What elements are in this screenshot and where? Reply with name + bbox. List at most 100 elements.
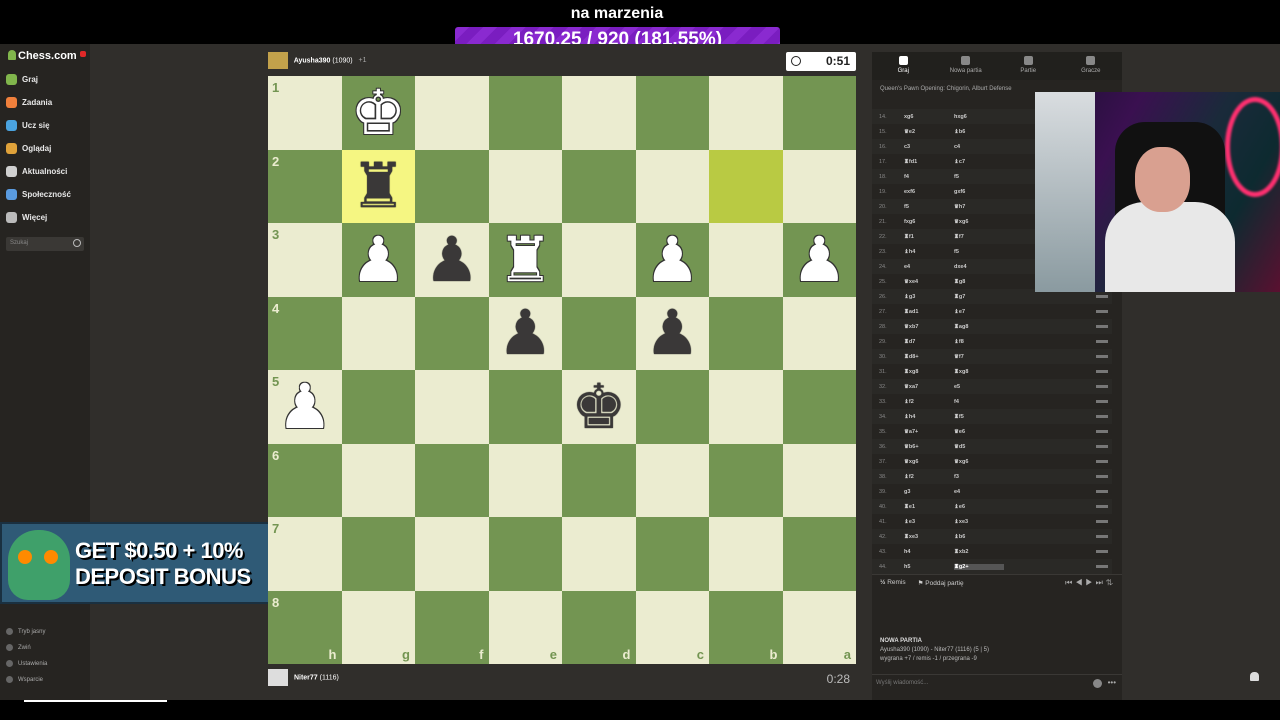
chess-logo[interactable]: Chess.com — [8, 50, 77, 62]
top-player-name[interactable]: Ayusha390 — [294, 57, 331, 64]
black-move[interactable]: f5 — [954, 174, 1004, 180]
tab-2[interactable]: Partie — [997, 52, 1060, 80]
white-move[interactable]: ♛b6+ — [904, 444, 954, 450]
sidebar-bottom-item-1[interactable]: Zwiń — [6, 644, 31, 651]
white-piece[interactable]: ♟ — [277, 375, 333, 438]
notification-bell-icon[interactable] — [1250, 672, 1259, 681]
resign-button[interactable]: ⚑ Poddaj partię — [918, 579, 964, 587]
square-c2[interactable] — [635, 149, 709, 223]
white-move[interactable]: f5 — [904, 204, 954, 210]
white-piece[interactable]: ♜ — [497, 228, 553, 291]
white-move[interactable]: ♛a7+ — [904, 429, 954, 435]
sidebar-bottom-item-0[interactable]: Tryb jasny — [6, 628, 45, 635]
square-f7[interactable] — [415, 517, 489, 591]
white-piece[interactable]: ♟ — [644, 228, 700, 291]
square-b5[interactable] — [709, 370, 783, 444]
white-move[interactable]: f4 — [904, 174, 954, 180]
black-move[interactable]: f5 — [954, 249, 1004, 255]
square-f6[interactable] — [415, 443, 489, 517]
sidebar-item-2[interactable]: Ucz się — [6, 120, 50, 131]
square-a1[interactable] — [782, 76, 856, 150]
white-move[interactable]: ♛xg6 — [904, 459, 954, 465]
white-move[interactable]: ♜xg8 — [904, 369, 954, 375]
square-c5[interactable] — [635, 370, 709, 444]
square-b8[interactable]: b — [709, 590, 783, 664]
square-h6[interactable]: 6 — [268, 443, 342, 517]
square-h3[interactable]: 3 — [268, 223, 342, 297]
tab-0[interactable]: Graj — [872, 52, 935, 80]
square-f3[interactable]: ♟ — [415, 223, 489, 297]
sidebar-bottom-item-2[interactable]: Ustawienia — [6, 660, 47, 667]
white-move[interactable]: ♝h4 — [904, 414, 954, 420]
square-c7[interactable] — [635, 517, 709, 591]
draw-button[interactable]: ½ Remis — [880, 579, 906, 586]
white-move[interactable]: ♛xa7 — [904, 384, 954, 390]
sidebar-item-0[interactable]: Graj — [6, 74, 38, 85]
square-e5[interactable] — [488, 370, 562, 444]
white-move[interactable]: g3 — [904, 489, 954, 495]
square-c4[interactable]: ♟ — [635, 296, 709, 370]
square-b7[interactable] — [709, 517, 783, 591]
square-g4[interactable] — [341, 296, 415, 370]
sidebar-bottom-item-3[interactable]: Wsparcie — [6, 676, 43, 683]
emoji-icon[interactable] — [1093, 679, 1102, 688]
more-options-icon[interactable]: ••• — [1108, 678, 1116, 687]
black-move[interactable]: ♜g2+ — [954, 563, 1004, 570]
tab-1[interactable]: Nowa partia — [935, 52, 998, 80]
square-b3[interactable] — [709, 223, 783, 297]
black-move[interactable]: ♜xg8 — [954, 369, 1004, 375]
white-move[interactable]: ♝e3 — [904, 519, 954, 525]
square-d7[interactable] — [562, 517, 636, 591]
black-move[interactable]: ♝e7 — [954, 309, 1004, 315]
square-d6[interactable] — [562, 443, 636, 517]
square-d8[interactable]: d — [562, 590, 636, 664]
square-c6[interactable] — [635, 443, 709, 517]
square-c1[interactable] — [635, 76, 709, 150]
sidebar-item-4[interactable]: Aktualności — [6, 166, 67, 177]
square-h7[interactable]: 7 — [268, 517, 342, 591]
black-move[interactable]: ♛xg6 — [954, 219, 1004, 225]
black-move[interactable]: ♛xg6 — [954, 459, 1004, 465]
white-piece[interactable]: ♟ — [791, 228, 847, 291]
black-move[interactable]: ♜g7 — [954, 294, 1004, 300]
white-move[interactable]: ♛xb7 — [904, 324, 954, 330]
black-move[interactable]: ♝b6 — [954, 129, 1004, 135]
black-move[interactable]: ♝e6 — [954, 504, 1004, 510]
square-e3[interactable]: ♜ — [488, 223, 562, 297]
square-g5[interactable] — [341, 370, 415, 444]
white-move[interactable]: ♜d7 — [904, 339, 954, 345]
white-move[interactable]: ♝f2 — [904, 399, 954, 405]
square-b1[interactable] — [709, 76, 783, 150]
white-move[interactable]: c3 — [904, 144, 954, 150]
sidebar-item-1[interactable]: Zadania — [6, 97, 52, 108]
white-move[interactable]: ♛e2 — [904, 129, 954, 135]
square-e7[interactable] — [488, 517, 562, 591]
square-a3[interactable]: ♟ — [782, 223, 856, 297]
black-piece[interactable]: ♟ — [644, 302, 700, 364]
white-piece[interactable]: ♟ — [350, 228, 406, 291]
black-move[interactable]: hxg6 — [954, 114, 1004, 120]
square-e6[interactable] — [488, 443, 562, 517]
white-move[interactable]: ♜xe3 — [904, 534, 954, 540]
square-b6[interactable] — [709, 443, 783, 517]
square-f5[interactable] — [415, 370, 489, 444]
black-move[interactable]: e5 — [954, 384, 1004, 390]
square-d1[interactable] — [562, 76, 636, 150]
black-move[interactable]: ♝xe3 — [954, 519, 1004, 525]
square-a4[interactable] — [782, 296, 856, 370]
square-a2[interactable] — [782, 149, 856, 223]
black-move[interactable]: ♜f7 — [954, 234, 1004, 240]
square-g6[interactable] — [341, 443, 415, 517]
deposit-bonus-ad[interactable]: GET $0.50 + 10% DEPOSIT BONUS — [0, 522, 290, 604]
black-move[interactable]: ♛h7 — [954, 204, 1004, 210]
black-move[interactable]: c4 — [954, 144, 1004, 150]
square-a8[interactable]: a — [782, 590, 856, 664]
black-move[interactable]: ♜xb2 — [954, 549, 1004, 555]
white-move[interactable]: ♜ad1 — [904, 309, 954, 315]
black-move[interactable]: ♛f7 — [954, 354, 1004, 360]
white-move[interactable]: ♜f1 — [904, 234, 954, 240]
tab-3[interactable]: Gracze — [1060, 52, 1123, 80]
white-move[interactable]: exf6 — [904, 189, 954, 195]
square-c8[interactable]: c — [635, 590, 709, 664]
black-move[interactable]: f4 — [954, 399, 1004, 405]
